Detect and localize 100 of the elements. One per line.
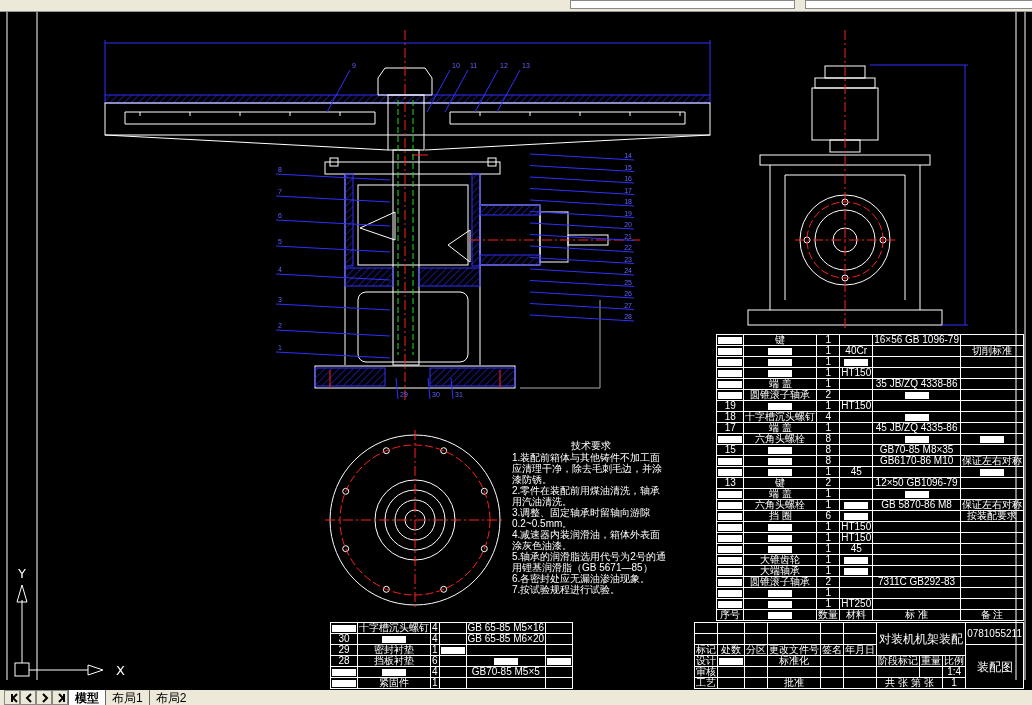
table-cell: 45 — [839, 543, 873, 555]
solid-block — [844, 358, 869, 366]
layout-tab[interactable]: 模型 — [68, 690, 105, 705]
table-cell: 8 — [816, 444, 840, 456]
table-cell: 键 — [743, 477, 817, 489]
table-cell: 标准化 — [767, 655, 821, 667]
solid-block — [719, 657, 744, 665]
table-cell: 2 — [816, 477, 840, 489]
solid-block — [718, 336, 743, 344]
table-cell: 大锥齿轮 — [743, 554, 817, 566]
table-cell: 端 盖 — [743, 488, 817, 500]
solid-block — [844, 567, 869, 575]
table-cell: GB 65-85 M6×20 — [466, 633, 546, 645]
table-cell: 切削标准 — [960, 345, 1024, 357]
table-cell: 16×56 GB 1096-79 — [872, 334, 961, 346]
leader-line — [474, 69, 499, 113]
table-cell: 1 — [816, 565, 840, 577]
first-page-button[interactable] — [4, 690, 20, 705]
table-cell: 挡板衬垫 — [357, 655, 431, 667]
leader-line — [395, 377, 399, 400]
table-cell: 比例 — [942, 655, 966, 667]
table-cell: 大端轴承 — [743, 565, 817, 577]
solid-block — [440, 646, 465, 654]
table-cell: 4 — [430, 666, 440, 678]
next-button[interactable] — [36, 690, 52, 705]
table-cell: 1 — [816, 598, 840, 610]
table-cell: 端 盖 — [743, 422, 817, 434]
table-cell: 17 — [716, 422, 744, 434]
solid-block — [844, 556, 869, 564]
table-cell: 45 — [839, 466, 873, 478]
table-cell: HT150 — [839, 367, 873, 379]
solid-block — [718, 380, 743, 388]
solid-block — [718, 556, 743, 564]
solid-block — [718, 512, 743, 520]
table-cell: 8 — [816, 433, 840, 445]
table-cell: HT150 — [839, 532, 873, 544]
solid-block — [718, 523, 743, 531]
last-page-button[interactable] — [52, 690, 68, 705]
table-cell: 1 — [816, 422, 840, 434]
table-cell: 1 — [816, 488, 840, 500]
table-cell: 圆锥滚子轴承 — [743, 576, 817, 588]
table-cell: 密封衬垫 — [357, 644, 431, 656]
table-cell: 1:4 — [942, 666, 966, 678]
table-cell: 六角头螺栓 — [743, 433, 817, 445]
dropdown-field[interactable] — [805, 0, 1032, 9]
solid-block — [718, 567, 743, 575]
leader-line — [450, 377, 454, 400]
table-cell: 年月日 — [843, 644, 877, 656]
table-cell: 键 — [743, 334, 817, 346]
solid-block — [718, 578, 743, 586]
table-cell: 批准 — [767, 677, 821, 689]
table-cell: 1 — [942, 677, 966, 689]
layout-tab[interactable]: 布局2 — [148, 690, 193, 705]
table-cell: GB70-85 M5×5 — [466, 666, 546, 678]
table-cell: 序号 — [716, 609, 744, 621]
dropdown-field[interactable] — [570, 0, 795, 9]
table-cell: 28 — [330, 655, 358, 667]
table-cell: 30 — [330, 633, 358, 645]
table-cell: GB 65-85 M5×16 — [466, 622, 546, 634]
table-cell: 备 注 — [960, 609, 1024, 621]
table-cell: 4 — [816, 411, 840, 423]
solid-block — [332, 668, 356, 676]
layout-tab[interactable]: 布局1 — [105, 690, 149, 705]
table-cell: 45 JB/ZQ 4335-86 — [872, 422, 961, 434]
table-cell: 1 — [816, 521, 840, 533]
table-cell: 材料 — [839, 609, 873, 621]
note-text: 2.零件在装配前用煤油清洗，轴承用汽油清洗。 — [512, 485, 662, 507]
table-cell: 1 — [816, 532, 840, 544]
table-cell: 1 — [816, 367, 840, 379]
table-cell: 1 — [816, 543, 840, 555]
table-cell: 1 — [816, 499, 840, 511]
table-cell: 标记 — [694, 644, 718, 656]
solid-block — [718, 369, 743, 377]
note-text: 5.轴承的润滑脂选用代号为2号的通用锂基润滑脂（GB 5671—85） — [512, 551, 667, 573]
solid-block — [718, 490, 743, 498]
solid-block — [844, 512, 869, 520]
note-text: 3.调整、固定轴承时留轴向游隙0.2~0.5mm。 — [512, 507, 652, 529]
table-cell: 保证左右对称 — [960, 499, 1024, 511]
previous-button[interactable] — [20, 690, 36, 705]
table-cell: 1 — [816, 554, 840, 566]
solid-block — [844, 501, 869, 509]
table-cell: 1 — [816, 345, 840, 357]
leader-line — [496, 69, 521, 113]
table-cell: 工艺 — [694, 677, 718, 689]
table-cell: 十字槽沉头螺钉 — [743, 411, 817, 423]
note-text: 1.装配前箱体与其他铸件不加工面应清理干净，除去毛刺毛边，并涂漆防锈。 — [512, 452, 663, 485]
solid-block — [718, 435, 743, 443]
table-cell: 重量 — [919, 655, 943, 667]
table-cell: 圆锥滚子轴承 — [743, 389, 817, 401]
table-cell: 12×50 GB1096-79 — [872, 477, 961, 489]
table-cell: 数量 — [816, 609, 840, 621]
table-cell: 2 — [816, 389, 840, 401]
table-cell: 六角头螺栓 — [743, 499, 817, 511]
table-cell: 7311C GB292-83 — [872, 576, 961, 588]
table-cell: 29 — [330, 644, 358, 656]
table-cell: GB6170-86 M10 — [872, 455, 961, 467]
table-cell: 保证左右对称 — [960, 455, 1024, 467]
table-cell: 6 — [816, 510, 840, 522]
table-cell: 标 准 — [872, 609, 961, 621]
table-cell: 对装机机架装配 — [876, 622, 966, 656]
